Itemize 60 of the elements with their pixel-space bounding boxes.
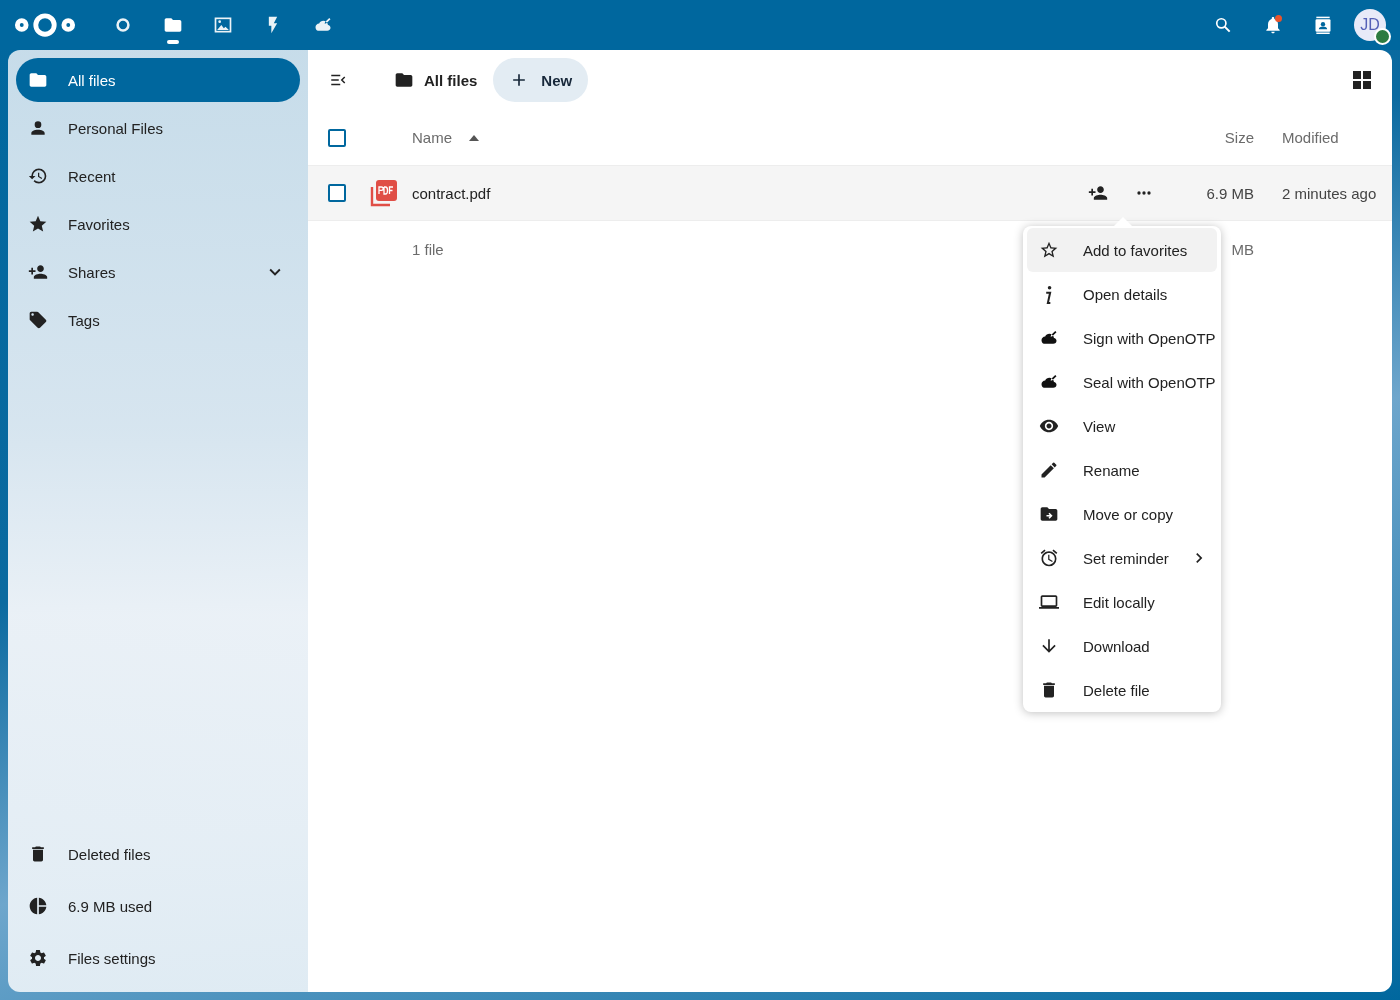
file-row[interactable]: contract.pdf 6.9 MB 2 minutes ago — [308, 166, 1392, 221]
file-size: 6.9 MB — [1206, 184, 1254, 202]
total-size: MB — [1231, 240, 1254, 258]
checkbox[interactable] — [328, 128, 346, 147]
person-icon — [28, 118, 48, 138]
contact-card-icon[interactable] — [1313, 15, 1333, 35]
info-icon — [1045, 284, 1053, 304]
search-icon[interactable] — [1213, 15, 1233, 35]
sidebar-item[interactable]: All files — [16, 58, 300, 102]
sidebar-item[interactable]: Tags — [16, 298, 300, 342]
column-header[interactable]: Name — [412, 129, 452, 146]
history-icon — [28, 166, 48, 186]
file-name[interactable]: contract.pdf — [412, 184, 491, 202]
menu-item[interactable]: Rename — [1027, 448, 1217, 492]
laptop-icon — [1039, 592, 1059, 612]
menu-item[interactable]: Add to favorites — [1027, 228, 1217, 272]
avatar[interactable]: JD — [1354, 9, 1386, 41]
star-outline-icon — [1039, 240, 1059, 260]
settings-icon — [28, 948, 48, 968]
column-header[interactable]: Modified — [1282, 129, 1339, 146]
new-button[interactable]: New — [493, 58, 589, 102]
menu-item[interactable]: Seal with OpenOTP — [1027, 360, 1217, 404]
menu-item[interactable]: Move or copy — [1027, 492, 1217, 536]
circle-icon[interactable] — [113, 15, 133, 35]
folder-icon[interactable] — [163, 15, 183, 35]
alarm-clock-icon — [1039, 548, 1059, 568]
rings-logo[interactable] — [14, 10, 76, 40]
pdf-file-icon — [370, 179, 398, 207]
menu-item[interactable]: Set reminder — [1027, 536, 1217, 580]
menu-item[interactable]: Sign with OpenOTP — [1027, 316, 1217, 360]
folder-icon — [394, 70, 414, 90]
checkbox[interactable] — [328, 184, 346, 202]
sidebar-item[interactable]: Personal Files — [16, 106, 300, 150]
active-indicator — [167, 40, 179, 44]
column-header[interactable]: Size — [1224, 129, 1254, 146]
menu-item[interactable]: Open details — [1027, 272, 1217, 316]
sidebar-item[interactable]: Favorites — [16, 202, 300, 246]
menu-item[interactable]: Download — [1027, 624, 1217, 668]
sidebar-item[interactable]: Shares — [16, 250, 300, 294]
bell-icon[interactable] — [1263, 15, 1283, 35]
share-icon[interactable] — [1088, 183, 1108, 203]
share-icon — [28, 262, 48, 282]
folder-icon — [28, 70, 48, 90]
sidebar-item[interactable]: Recent — [16, 154, 300, 198]
sidebar-item[interactable]: Files settings — [16, 936, 300, 980]
breadcrumb[interactable]: All files — [394, 58, 486, 102]
menu-item[interactable]: View — [1027, 404, 1217, 448]
sidebar-item[interactable]: 6.9 MB used — [16, 884, 300, 928]
sidebar-item[interactable]: Deleted files — [16, 832, 300, 876]
file-count: 1 file — [412, 240, 444, 258]
tags-icon — [28, 310, 48, 330]
pencil-icon — [1039, 460, 1059, 480]
pie-chart-icon — [28, 896, 48, 916]
menu-item[interactable]: Delete file — [1027, 668, 1217, 712]
grid-view-icon[interactable] — [1352, 70, 1372, 90]
modified-time: 2 minutes ago — [1282, 184, 1377, 202]
star-icon — [28, 214, 48, 234]
image-icon[interactable] — [213, 15, 233, 35]
folder-arrow-icon — [1039, 504, 1059, 524]
menu-item[interactable]: Edit locally — [1027, 580, 1217, 624]
